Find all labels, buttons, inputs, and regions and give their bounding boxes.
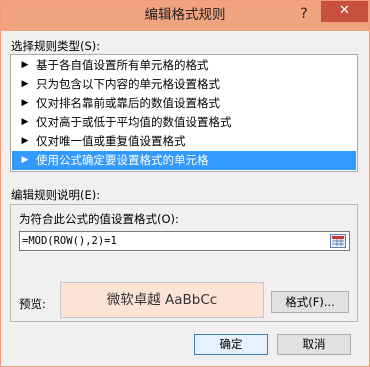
rule-type-item-label: 基于各自值设置所有单元格的格式	[36, 58, 209, 72]
rule-type-item-label: 仅对排名靠前或靠后的数值设置格式	[36, 96, 220, 110]
rule-type-item-selected[interactable]: ▶ 使用公式确定要设置格式的单元格	[12, 151, 356, 170]
rule-type-item[interactable]: ▶ 仅对唯一值或重复值设置格式	[12, 132, 356, 151]
arrow-right-icon: ▶	[21, 117, 29, 127]
formula-input[interactable]: =MOD(ROW(),2)=1	[19, 231, 350, 251]
rule-type-item[interactable]: ▶ 基于各自值设置所有单元格的格式	[12, 56, 356, 75]
rule-description-panel: 为符合此公式的值设置格式(O): =MOD(ROW(),2)=1 预览: 微软卓…	[10, 204, 358, 322]
edit-formatting-rule-dialog: 编辑格式规则 ? ✕ 选择规则类型(S): ▶ 基于各自值设置所有单元格的格式 …	[0, 0, 370, 367]
formula-value: =MOD(ROW(),2)=1	[22, 235, 117, 247]
cancel-button[interactable]: 取消	[277, 334, 351, 355]
close-icon: ✕	[339, 3, 350, 18]
formula-label: 为符合此公式的值设置格式(O):	[19, 212, 179, 226]
rule-type-item[interactable]: ▶ 只为包含以下内容的单元格设置格式	[12, 75, 356, 94]
rule-type-item-label: 使用公式确定要设置格式的单元格	[36, 153, 209, 167]
arrow-right-icon: ▶	[21, 155, 29, 165]
rule-type-item-label: 仅对唯一值或重复值设置格式	[36, 134, 186, 148]
help-button[interactable]: ?	[293, 1, 315, 27]
format-preview: 微软卓越 AaBbCc	[60, 282, 264, 318]
arrow-right-icon: ▶	[21, 60, 29, 70]
rule-type-item[interactable]: ▶ 仅对排名靠前或靠后的数值设置格式	[12, 94, 356, 113]
rule-type-item-label: 仅对高于或低于平均值的数值设置格式	[36, 115, 232, 129]
range-select-icon[interactable]	[330, 234, 346, 248]
ok-button[interactable]: 确定	[194, 334, 268, 355]
arrow-right-icon: ▶	[21, 98, 29, 108]
rule-type-item[interactable]: ▶ 仅对高于或低于平均值的数值设置格式	[12, 113, 356, 132]
title-bar[interactable]: 编辑格式规则 ? ✕	[1, 1, 369, 31]
format-button[interactable]: 格式(F)...	[271, 291, 349, 313]
arrow-right-icon: ▶	[21, 136, 29, 146]
preview-label: 预览:	[19, 297, 46, 311]
close-button[interactable]: ✕	[321, 1, 368, 22]
rule-type-list[interactable]: ▶ 基于各自值设置所有单元格的格式 ▶ 只为包含以下内容的单元格设置格式 ▶ 仅…	[10, 54, 358, 172]
rule-type-label: 选择规则类型(S):	[11, 39, 101, 53]
arrow-right-icon: ▶	[21, 79, 29, 89]
rule-description-label: 编辑规则说明(E):	[11, 188, 101, 202]
rule-type-item-label: 只为包含以下内容的单元格设置格式	[36, 77, 220, 91]
